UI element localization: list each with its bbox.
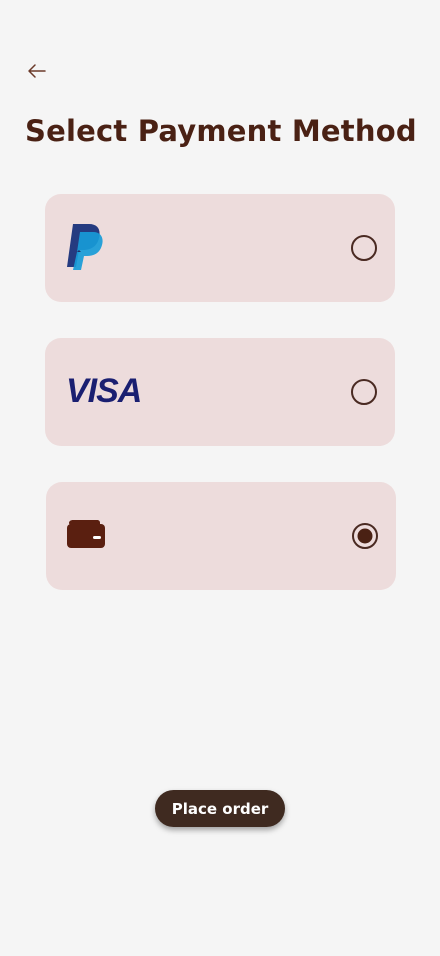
arrow-left-icon <box>28 64 46 78</box>
radio-button[interactable] <box>351 235 377 261</box>
wallet-icon <box>66 518 106 554</box>
place-order-button[interactable]: Place order <box>155 790 285 827</box>
payment-option-wallet[interactable] <box>46 482 396 590</box>
page-title: Select Payment Method <box>25 114 417 148</box>
radio-button[interactable] <box>351 379 377 405</box>
visa-logo: VISA <box>65 372 149 410</box>
paypal-logo <box>65 222 107 274</box>
svg-text:VISA: VISA <box>66 374 141 406</box>
back-button[interactable] <box>24 58 50 84</box>
radio-button-selected[interactable] <box>352 523 378 549</box>
payment-method-screen: Select Payment Method VISA Place order <box>0 0 440 956</box>
payment-option-paypal[interactable] <box>45 194 395 302</box>
payment-option-visa[interactable]: VISA <box>45 338 395 446</box>
